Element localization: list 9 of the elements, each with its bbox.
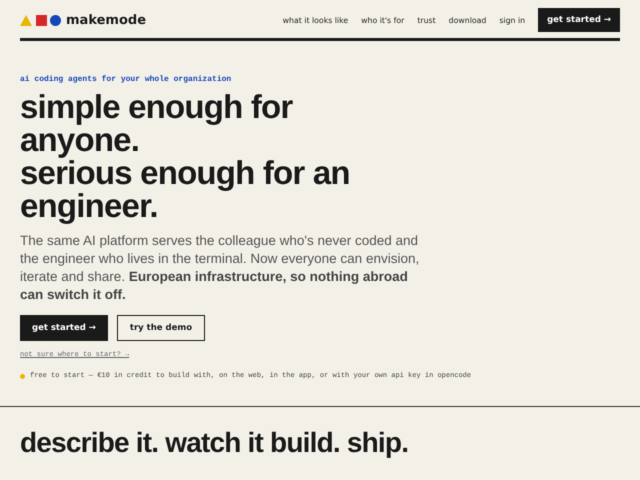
get-started-button[interactable]: get started →	[538, 8, 620, 32]
demo-button[interactable]: try the demo	[116, 315, 206, 341]
logo-shapes-icon	[20, 14, 61, 26]
intro-paragraph: The same AI platform serves the colleague who's never coded and the engineer who lives in the terminal. Now everyone can envision, iterate and share. European infrastructure, so nothing abroad can switch it off.	[20, 232, 420, 304]
eyebrow-text: ai coding agents for your whole organization	[20, 75, 232, 84]
headline: simple enough for anyone.	[20, 90, 294, 156]
brand-name[interactable]: makemode	[66, 12, 146, 28]
section-heading: describe it. watch it build. ship.	[20, 427, 410, 459]
get-started-button[interactable]: get started →	[20, 315, 108, 341]
